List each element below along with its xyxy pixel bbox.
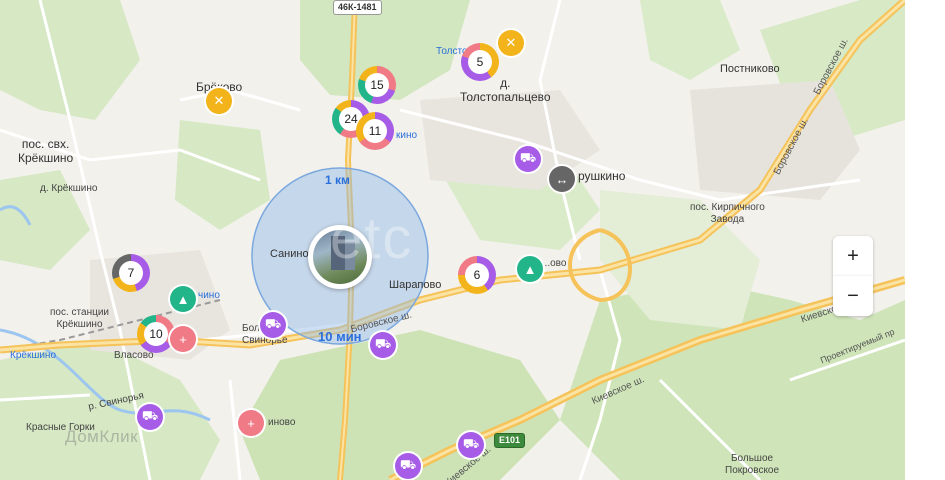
- place-label-vlasovo: Власово: [114, 350, 154, 361]
- road-shield-46k: 46К-1481: [333, 0, 382, 15]
- poi-cluster[interactable]: 6: [458, 256, 496, 294]
- shopping-cart-icon[interactable]: ⛟: [260, 312, 286, 338]
- medical-icon[interactable]: +: [170, 326, 196, 352]
- isochrone-time-label: 10 мин: [318, 329, 362, 344]
- watermark-center: etc: [330, 206, 414, 271]
- place-label-sharapovo: Шарапово: [389, 279, 442, 291]
- shopping-cart-icon[interactable]: ⛟: [395, 453, 421, 479]
- map-canvas[interactable]: 46К-1481 E101 Брёково пос. свх. Крёкшино…: [0, 0, 905, 480]
- place-label-inovo: иново: [268, 417, 296, 428]
- place-label-kreksino-settlement: пос. свх. Крёкшино: [18, 137, 74, 165]
- domclick-watermark: ДомКлик: [65, 427, 139, 446]
- poi-cluster[interactable]: 10: [137, 315, 175, 353]
- restaurant-icon[interactable]: ✕: [498, 30, 524, 56]
- cluster-count: 10: [144, 322, 168, 346]
- place-label-sanino: Санино: [270, 248, 309, 260]
- right-margin: [905, 0, 945, 480]
- place-label-postnikovo: Постниково: [720, 63, 780, 75]
- isochrone-distance-label: 1 км: [325, 173, 350, 187]
- zoom-out-button[interactable]: −: [833, 276, 873, 316]
- poi-cluster[interactable]: 15: [358, 66, 396, 104]
- school-icon[interactable]: ▲: [517, 256, 543, 282]
- station-label-kino: кино: [396, 130, 418, 141]
- cluster-count: 15: [365, 73, 389, 97]
- station-label-chino: чино: [198, 290, 220, 301]
- place-label-kreksino-station: пос. станции Крёкшино: [50, 307, 109, 330]
- poi-cluster[interactable]: 11: [356, 112, 394, 150]
- school-icon[interactable]: ▲: [170, 286, 196, 312]
- cluster-count: 5: [468, 50, 492, 74]
- place-label-kreksino-village: д. Крёкшино: [40, 183, 98, 194]
- shopping-cart-icon[interactable]: ⛟: [458, 432, 484, 458]
- place-label-kirpichny-zavod: пос. Кирпичного Завода: [690, 202, 765, 225]
- road-shield-e101: E101: [494, 433, 526, 448]
- medical-icon[interactable]: +: [238, 410, 264, 436]
- shopping-cart-icon[interactable]: ⛟: [370, 332, 396, 358]
- transport-hub-icon[interactable]: ↔: [549, 166, 575, 192]
- zoom-in-button[interactable]: +: [833, 236, 873, 276]
- place-label-bolshoe-pokrovskoe: Большое Покровское: [725, 453, 780, 476]
- poi-cluster[interactable]: 5: [461, 43, 499, 81]
- station-label-kreksino: Крёкшино: [10, 350, 57, 361]
- poi-cluster[interactable]: 7: [112, 254, 150, 292]
- shopping-cart-icon[interactable]: ⛟: [515, 146, 541, 172]
- cluster-count: 6: [465, 263, 489, 287]
- cluster-count: 7: [119, 261, 143, 285]
- shopping-cart-icon[interactable]: ⛟: [137, 404, 163, 430]
- place-label-rushkino: рушкино: [578, 169, 626, 183]
- cluster-count: 11: [363, 119, 387, 143]
- restaurant-icon[interactable]: ✕: [206, 88, 232, 114]
